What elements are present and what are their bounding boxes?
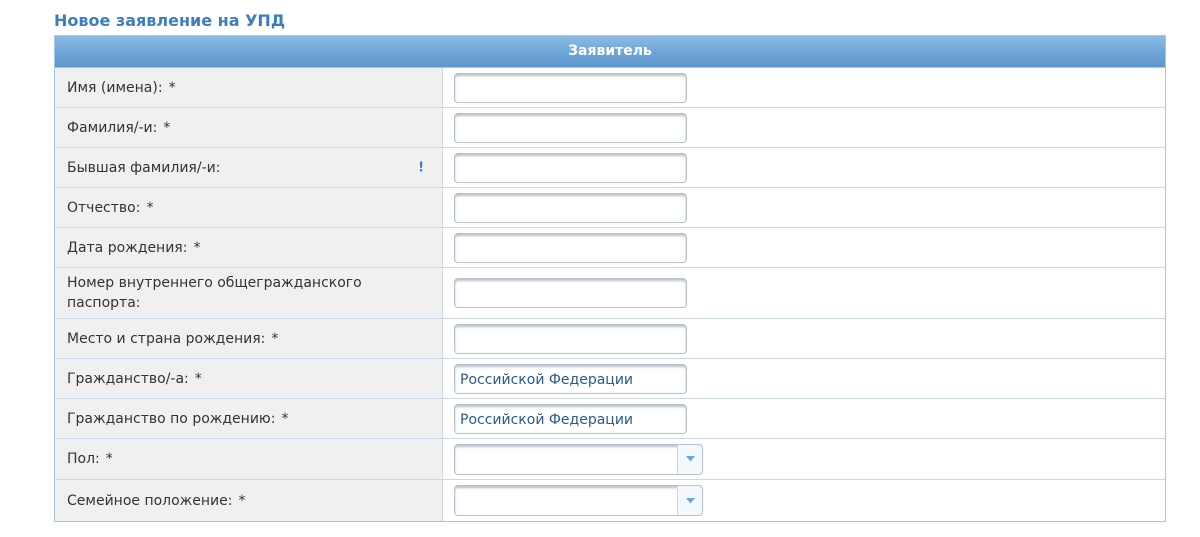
form-row-marital-status: Семейное положение: * <box>55 480 1165 521</box>
passport-number-label: Номер внутреннего общегражданского паспо… <box>67 275 362 311</box>
gender-label: Пол: <box>67 451 100 467</box>
former-last-name-label: Бывшая фамилия/-и: <box>67 159 221 176</box>
birth-place-input[interactable] <box>454 323 687 354</box>
field-cell <box>443 480 1165 521</box>
info-icon[interactable]: ! <box>418 160 424 175</box>
required-mark: * <box>105 451 113 467</box>
form-row-gender: Пол: * <box>55 439 1165 480</box>
label-cell: Гражданство/-а: * <box>55 359 443 398</box>
required-mark: * <box>281 410 289 427</box>
field-label: Семейное положение: * <box>67 491 245 511</box>
label-cell: Номер внутреннего общегражданского паспо… <box>55 268 443 318</box>
patronymic-input[interactable] <box>454 192 687 223</box>
form-row-passport-number: Номер внутреннего общегражданского паспо… <box>55 268 1165 319</box>
label-cell: Фамилия/-и: * <box>55 108 443 147</box>
former-last-name-input[interactable] <box>454 152 687 183</box>
field-label: Место и страна рождения: * <box>67 329 278 349</box>
first-name-label: Имя (имена): <box>67 79 163 96</box>
form-row-last-name: Фамилия/-и: * <box>55 108 1165 148</box>
label-cell: Гражданство по рождению: * <box>55 399 443 438</box>
field-cell <box>443 439 1165 479</box>
birth-citizenship-label: Гражданство по рождению: <box>67 410 276 427</box>
label-cell: Имя (имена): * <box>55 68 443 107</box>
last-name-input[interactable] <box>454 112 687 143</box>
birth-date-input[interactable] <box>454 232 687 263</box>
field-label: Фамилия/-и: * <box>67 118 170 138</box>
field-cell <box>443 228 1165 267</box>
field-label: Имя (имена): * <box>67 78 176 98</box>
label-cell: Дата рождения: * <box>55 228 443 267</box>
field-cell <box>443 359 1165 398</box>
form-row-former-last-name: Бывшая фамилия/-и: ! <box>55 148 1165 188</box>
passport-number-input[interactable] <box>454 278 687 308</box>
required-mark: * <box>271 330 279 347</box>
label-cell: Место и страна рождения: * <box>55 319 443 358</box>
gender-select-value <box>455 445 677 474</box>
label-cell: Семейное положение: * <box>55 480 443 521</box>
last-name-label: Фамилия/-и: <box>67 119 158 136</box>
label-cell: Бывшая фамилия/-и: ! <box>55 148 443 187</box>
field-cell <box>443 68 1165 107</box>
marital-status-select-value <box>455 486 677 515</box>
label-cell: Пол: * <box>55 439 443 479</box>
field-cell <box>443 108 1165 147</box>
required-mark: * <box>146 199 154 216</box>
field-label: Гражданство по рождению: * <box>67 409 288 429</box>
form-row-first-name: Имя (имена): * <box>55 68 1165 108</box>
birth-citizenship-input[interactable] <box>454 403 687 434</box>
form-row-birth-place: Место и страна рождения: * <box>55 319 1165 359</box>
chevron-down-icon[interactable] <box>677 444 702 474</box>
birth-date-label: Дата рождения: <box>67 239 188 256</box>
marital-status-select[interactable] <box>454 485 703 516</box>
required-mark: * <box>168 79 176 96</box>
page-title: Новое заявление на УПД <box>54 11 286 30</box>
form-row-birth-date: Дата рождения: * <box>55 228 1165 268</box>
first-name-input[interactable] <box>454 72 687 103</box>
label-cell: Отчество: * <box>55 188 443 227</box>
field-label: Гражданство/-а: * <box>67 369 202 389</box>
form-row-patronymic: Отчество: * <box>55 188 1165 228</box>
citizenship-label: Гражданство/-а: <box>67 370 189 387</box>
field-cell <box>443 319 1165 358</box>
field-label: Отчество: * <box>67 198 153 218</box>
required-mark: * <box>193 239 201 256</box>
applicant-form: Заявитель Имя (имена): * Фамилия/-и: * Быв… <box>54 35 1166 522</box>
field-cell <box>443 268 1165 318</box>
field-label: Пол: * <box>67 449 113 469</box>
form-row-birth-citizenship: Гражданство по рождению: * <box>55 399 1165 439</box>
marital-status-label: Семейное положение: <box>67 492 233 509</box>
form-row-citizenship: Гражданство/-а: * <box>55 359 1165 399</box>
field-label: Бывшая фамилия/-и: <box>67 158 220 178</box>
field-cell <box>443 188 1165 227</box>
field-cell <box>443 399 1165 438</box>
field-label: Дата рождения: * <box>67 238 200 258</box>
gender-select[interactable] <box>454 443 703 475</box>
patronymic-label: Отчество: <box>67 199 141 216</box>
birth-place-label: Место и страна рождения: <box>67 330 266 347</box>
required-mark: * <box>238 492 246 509</box>
chevron-down-icon[interactable] <box>677 486 702 515</box>
required-mark: * <box>163 119 171 136</box>
citizenship-input[interactable] <box>454 363 687 394</box>
section-header: Заявитель <box>55 36 1165 68</box>
required-mark: * <box>194 370 202 387</box>
field-cell <box>443 148 1165 187</box>
